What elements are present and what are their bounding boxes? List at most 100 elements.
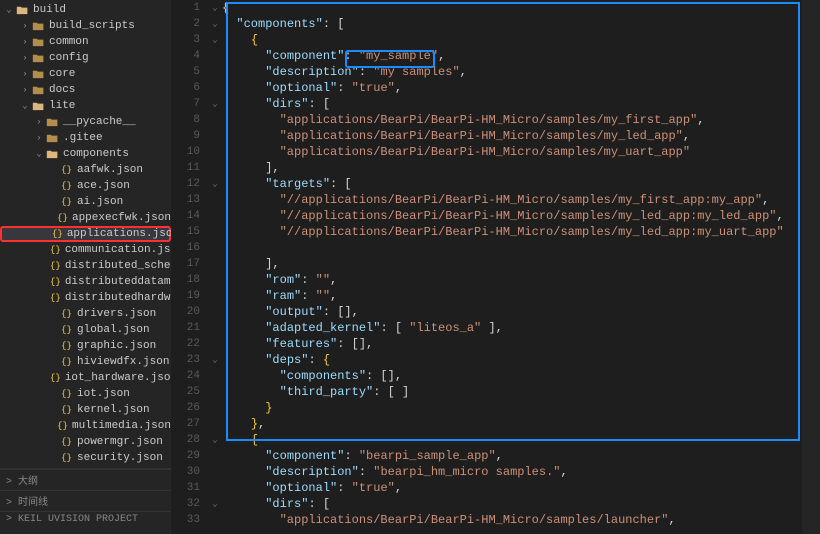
folder-item[interactable]: ›build_scripts bbox=[0, 18, 171, 34]
line-number: 19 bbox=[172, 288, 200, 304]
tree-item-label: distributeddatamgr.... bbox=[65, 276, 172, 288]
code-line[interactable]: "description": "my samples", bbox=[222, 64, 802, 80]
code-line[interactable]: "applications/BearPi/BearPi-HM_Micro/sam… bbox=[222, 512, 802, 528]
tree-item-label: multimedia.json bbox=[72, 420, 171, 432]
code-line[interactable]: "applications/BearPi/BearPi-HM_Micro/sam… bbox=[222, 128, 802, 144]
code-line[interactable] bbox=[222, 240, 802, 256]
file-item[interactable]: {}distributedhardwar... bbox=[0, 290, 171, 306]
code-line[interactable]: "deps": { bbox=[222, 352, 802, 368]
file-item[interactable]: {}global.json bbox=[0, 322, 171, 338]
fold-spacer bbox=[208, 272, 222, 288]
tree-item-label: ai.json bbox=[77, 196, 123, 208]
code-line[interactable]: "features": [], bbox=[222, 336, 802, 352]
fold-spacer bbox=[208, 240, 222, 256]
folder-item[interactable]: ⌄lite bbox=[0, 98, 171, 114]
code-line[interactable]: "dirs": [ bbox=[222, 96, 802, 112]
code-area[interactable]: { "components": [ { "component": "my_sam… bbox=[222, 0, 802, 534]
fold-chevron-icon[interactable]: ⌄ bbox=[208, 496, 222, 512]
fold-chevron-icon[interactable]: ⌄ bbox=[208, 96, 222, 112]
file-item[interactable]: {}ai.json bbox=[0, 194, 171, 210]
keil-panel[interactable]: > KEIL UVISION PROJECT bbox=[0, 511, 171, 527]
line-number: 21 bbox=[172, 320, 200, 336]
fold-chevron-icon[interactable]: ⌄ bbox=[208, 32, 222, 48]
folder-item[interactable]: ›.gitee bbox=[0, 130, 171, 146]
fold-chevron-icon[interactable]: ⌄ bbox=[208, 352, 222, 368]
folder-item[interactable]: ⌄build bbox=[0, 2, 171, 18]
folder-item[interactable]: ›docs bbox=[0, 82, 171, 98]
file-item[interactable]: {}applications.json bbox=[0, 226, 171, 242]
code-line[interactable]: "dirs": [ bbox=[222, 496, 802, 512]
line-number: 27 bbox=[172, 416, 200, 432]
code-line[interactable]: }, bbox=[222, 416, 802, 432]
file-item[interactable]: {}security.json bbox=[0, 450, 171, 466]
file-item[interactable]: {}hiviewdfx.json bbox=[0, 354, 171, 370]
file-item[interactable]: {}kernel.json bbox=[0, 402, 171, 418]
fold-spacer bbox=[208, 320, 222, 336]
file-item[interactable]: {}aafwk.json bbox=[0, 162, 171, 178]
file-item[interactable]: {}powermgr.json bbox=[0, 434, 171, 450]
fold-spacer bbox=[208, 112, 222, 128]
code-line[interactable]: "description": "bearpi_hm_micro samples.… bbox=[222, 464, 802, 480]
code-line[interactable]: "components": [ bbox=[222, 16, 802, 32]
json-icon: {} bbox=[60, 405, 73, 415]
folder-item[interactable]: ›__pycache__ bbox=[0, 114, 171, 130]
code-line[interactable]: "applications/BearPi/BearPi-HM_Micro/sam… bbox=[222, 144, 802, 160]
fold-chevron-icon[interactable]: ⌄ bbox=[208, 16, 222, 32]
code-line[interactable]: { bbox=[222, 432, 802, 448]
code-line[interactable]: { bbox=[222, 32, 802, 48]
code-line[interactable]: "output": [], bbox=[222, 304, 802, 320]
tree-item-label: __pycache__ bbox=[63, 116, 136, 128]
code-line[interactable]: "optional": "true", bbox=[222, 80, 802, 96]
fold-spacer bbox=[208, 192, 222, 208]
code-line[interactable]: "third_party": [ ] bbox=[222, 384, 802, 400]
file-item[interactable]: {}distributed_schedul... bbox=[0, 258, 171, 274]
outline-panel[interactable]: > 大纲 bbox=[0, 469, 171, 490]
code-line[interactable]: "components": [], bbox=[222, 368, 802, 384]
code-line[interactable]: } bbox=[222, 400, 802, 416]
tree-item-label: global.json bbox=[77, 324, 150, 336]
folder-item[interactable]: ⌄components bbox=[0, 146, 171, 162]
file-item[interactable]: {}multimedia.json bbox=[0, 418, 171, 434]
file-item[interactable]: {}distributeddatamgr.... bbox=[0, 274, 171, 290]
file-item[interactable]: {}iot_hardware.json bbox=[0, 370, 171, 386]
line-number: 6 bbox=[172, 80, 200, 96]
code-line[interactable]: { bbox=[222, 0, 802, 16]
code-line[interactable]: ], bbox=[222, 256, 802, 272]
code-line[interactable]: "//applications/BearPi/BearPi-HM_Micro/s… bbox=[222, 224, 802, 240]
line-number: 11 bbox=[172, 160, 200, 176]
file-item[interactable]: {}iot.json bbox=[0, 386, 171, 402]
folder-item[interactable]: ›config bbox=[0, 50, 171, 66]
folder-item[interactable]: ›core bbox=[0, 66, 171, 82]
tree-item-label: appexecfwk.json bbox=[72, 212, 171, 224]
fold-chevron-icon[interactable]: ⌄ bbox=[208, 176, 222, 192]
code-line[interactable]: "component": "my_sample", bbox=[222, 48, 802, 64]
file-item[interactable]: {}appexecfwk.json bbox=[0, 210, 171, 226]
chevron-right-icon: › bbox=[20, 53, 30, 63]
code-line[interactable]: ], bbox=[222, 160, 802, 176]
code-line[interactable]: "targets": [ bbox=[222, 176, 802, 192]
code-line[interactable]: "//applications/BearPi/BearPi-HM_Micro/s… bbox=[222, 208, 802, 224]
file-item[interactable]: {}communication.json bbox=[0, 242, 171, 258]
code-line[interactable]: "optional": "true", bbox=[222, 480, 802, 496]
fold-chevron-icon[interactable]: ⌄ bbox=[208, 0, 222, 16]
code-line[interactable]: "//applications/BearPi/BearPi-HM_Micro/s… bbox=[222, 192, 802, 208]
folder-item[interactable]: ›common bbox=[0, 34, 171, 50]
tree-item-label: security.json bbox=[77, 452, 163, 464]
code-line[interactable]: "applications/BearPi/BearPi-HM_Micro/sam… bbox=[222, 112, 802, 128]
fold-gutter[interactable]: ⌄⌄⌄⌄⌄⌄⌄⌄ bbox=[208, 0, 222, 534]
fold-spacer bbox=[208, 512, 222, 528]
fold-chevron-icon[interactable]: ⌄ bbox=[208, 432, 222, 448]
code-line[interactable]: "ram": "", bbox=[222, 288, 802, 304]
tree-item-label: build_scripts bbox=[49, 20, 135, 32]
fold-spacer bbox=[208, 224, 222, 240]
code-line[interactable]: "rom": "", bbox=[222, 272, 802, 288]
file-item[interactable]: {}graphic.json bbox=[0, 338, 171, 354]
editor[interactable]: 1234567891011121314151617181920212223242… bbox=[172, 0, 820, 534]
file-item[interactable]: {}ace.json bbox=[0, 178, 171, 194]
code-line[interactable]: "adapted_kernel": [ "liteos_a" ], bbox=[222, 320, 802, 336]
minimap[interactable] bbox=[802, 0, 820, 534]
file-tree: ⌄build›build_scripts›common›config›core›… bbox=[0, 0, 171, 466]
file-item[interactable]: {}drivers.json bbox=[0, 306, 171, 322]
timeline-panel[interactable]: > 时间线 bbox=[0, 490, 171, 511]
code-line[interactable]: "component": "bearpi_sample_app", bbox=[222, 448, 802, 464]
